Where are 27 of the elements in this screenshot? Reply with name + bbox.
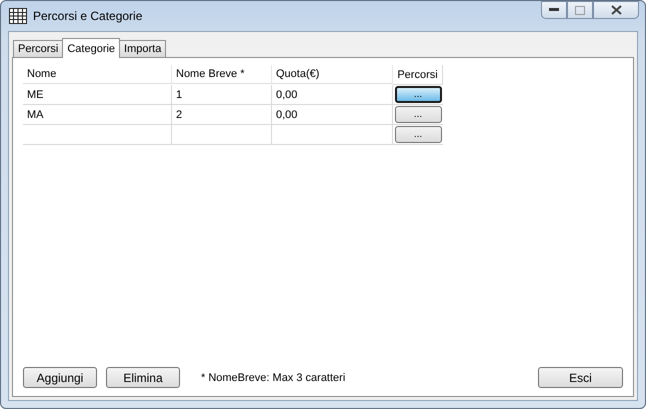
table-cell: 0,00: [272, 85, 393, 105]
minimize-icon: [549, 8, 559, 12]
column-header[interactable]: Quota(€): [272, 65, 393, 84]
table-cell: MA: [23, 105, 172, 125]
window-title: Percorsi e Categorie: [33, 9, 142, 23]
minimize-button[interactable]: [541, 1, 567, 19]
tab[interactable]: Importa: [119, 40, 166, 57]
table-cell: 1: [172, 85, 272, 105]
table-icon: [9, 8, 27, 24]
browse-button[interactable]: ...: [394, 106, 442, 123]
close-button[interactable]: [593, 1, 639, 19]
tab[interactable]: Percorsi: [13, 40, 64, 57]
action-button[interactable]: Aggiungi: [23, 367, 97, 388]
table-cell: 0,00: [272, 105, 393, 125]
close-icon: [610, 5, 622, 15]
maximize-icon: [575, 6, 585, 14]
tab[interactable]: Categorie: [62, 38, 120, 58]
exit-button[interactable]: Esci: [538, 367, 623, 388]
browse-button[interactable]: ...: [394, 126, 442, 143]
browse-button[interactable]: ...: [394, 86, 442, 103]
column-header[interactable]: Nome Breve *: [172, 65, 272, 84]
footnote-text: * NomeBreve: Max 3 caratteri: [201, 372, 346, 384]
action-button[interactable]: Elimina: [106, 367, 180, 388]
column-header[interactable]: Percorsi: [393, 65, 443, 85]
table-cell: ME: [23, 85, 172, 105]
column-header[interactable]: Nome: [23, 65, 172, 84]
table-cell: 2: [172, 105, 272, 125]
